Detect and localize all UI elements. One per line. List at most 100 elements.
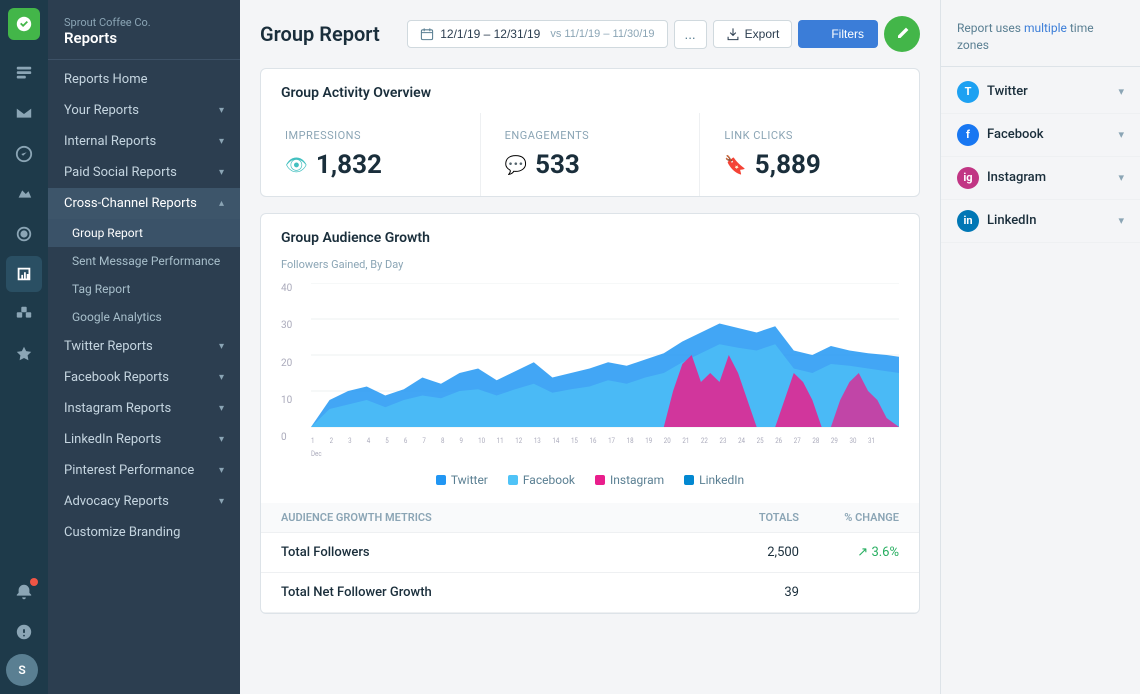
table-row-total-followers: Total Followers 2,500 ↗ 3.6% — [261, 533, 919, 573]
sidebar-item-internal-reports[interactable]: Internal Reports ▾ — [48, 126, 240, 157]
panel-chevron-linkedin: ▾ — [1118, 214, 1124, 227]
panel-network-linkedin[interactable]: in LinkedIn ▾ — [941, 200, 1140, 243]
twitter-network-label: Twitter — [987, 84, 1028, 99]
chevron-icon: ▴ — [219, 198, 224, 209]
metric-impressions-label: Impressions — [285, 129, 456, 142]
rail-help-icon[interactable] — [6, 614, 42, 650]
export-button[interactable]: Export — [713, 20, 793, 48]
sidebar: Sprout Coffee Co. Reports Reports Home Y… — [48, 0, 240, 694]
arrow-up-icon: ↗ — [857, 545, 868, 560]
legend-linkedin-dot — [684, 475, 694, 485]
cursor-icon: 🔖 — [724, 155, 746, 176]
sidebar-item-linkedin-reports[interactable]: LinkedIn Reports ▾ — [48, 424, 240, 455]
svg-text:22: 22 — [701, 437, 708, 446]
overview-card: Group Activity Overview Impressions 👁 1,… — [260, 68, 920, 197]
legend-twitter-dot — [436, 475, 446, 485]
panel-chevron-facebook: ▾ — [1118, 128, 1124, 141]
svg-text:21: 21 — [682, 437, 689, 446]
audience-growth-card: Group Audience Growth Followers Gained, … — [260, 213, 920, 614]
audience-card-header: Group Audience Growth — [261, 214, 919, 258]
svg-text:14: 14 — [552, 437, 559, 446]
table-header-row: Audience Growth Metrics Totals % Change — [261, 503, 919, 533]
sidebar-item-your-reports[interactable]: Your Reports ▾ — [48, 95, 240, 126]
svg-text:19: 19 — [645, 437, 652, 446]
row-change-total-followers: ↗ 3.6% — [799, 545, 899, 560]
col-header-metric: Audience Growth Metrics — [281, 511, 699, 524]
rail-compose-icon[interactable] — [6, 56, 42, 92]
sidebar-item-pinterest[interactable]: Pinterest Performance ▾ — [48, 455, 240, 486]
page-title: Group Report — [260, 22, 380, 46]
sidebar-sub-google-analytics[interactable]: Google Analytics — [48, 303, 240, 331]
metric-engagements-label: Engagements — [505, 129, 676, 142]
rail-publishing-icon[interactable] — [6, 176, 42, 212]
sidebar-item-customize-branding[interactable]: Customize Branding — [48, 517, 240, 548]
compose-button[interactable] — [884, 16, 920, 52]
svg-text:18: 18 — [627, 437, 634, 446]
metric-impressions-value: 1,832 — [316, 150, 382, 180]
panel-notice: Report uses multiple time zones — [941, 12, 1140, 67]
sidebar-item-instagram-reports[interactable]: Instagram Reports ▾ — [48, 393, 240, 424]
chevron-icon: ▾ — [219, 372, 224, 383]
rail-advocacy-icon[interactable] — [6, 336, 42, 372]
panel-network-facebook[interactable]: f Facebook ▾ — [941, 114, 1140, 157]
filters-button[interactable]: Filters — [798, 20, 878, 48]
multiple-timezones-link[interactable]: multiple — [1024, 21, 1067, 35]
svg-text:6: 6 — [404, 437, 408, 446]
overview-card-header: Group Activity Overview — [261, 69, 919, 113]
legend-facebook-dot — [508, 475, 518, 485]
svg-text:30: 30 — [849, 437, 856, 446]
sidebar-sub-group-report[interactable]: Group Report — [48, 219, 240, 247]
audience-chart: 1 2 3 4 5 6 7 8 9 10 11 12 13 14 15 16 1 — [311, 283, 899, 463]
user-avatar[interactable]: S — [6, 654, 38, 686]
sidebar-item-paid-social[interactable]: Paid Social Reports ▾ — [48, 157, 240, 188]
main-content: Group Report 12/1/19 – 12/31/19 vs 11/1/… — [240, 0, 940, 694]
date-range-button[interactable]: 12/1/19 – 12/31/19 vs 11/1/19 – 11/30/19 — [407, 20, 667, 48]
metrics-row: Impressions 👁 1,832 Engagements 💬 533 Li… — [261, 113, 919, 196]
y-label-30: 30 — [281, 320, 292, 331]
row-net-follower-value: 39 — [699, 585, 799, 600]
sidebar-item-advocacy-reports[interactable]: Advocacy Reports ▾ — [48, 486, 240, 517]
legend-instagram-dot — [595, 475, 605, 485]
svg-text:5: 5 — [385, 437, 389, 446]
header-actions: 12/1/19 – 12/31/19 vs 11/1/19 – 11/30/19… — [407, 16, 920, 52]
metric-engagements: Engagements 💬 533 — [481, 113, 701, 196]
legend-facebook: Facebook — [508, 473, 575, 487]
panel-network-facebook-left: f Facebook — [957, 124, 1044, 146]
filters-label: Filters — [831, 27, 864, 41]
rail-tasks-icon[interactable] — [6, 136, 42, 172]
sidebar-sub-tag-report[interactable]: Tag Report — [48, 275, 240, 303]
rail-notifications-icon[interactable] — [6, 574, 42, 610]
svg-text:25: 25 — [757, 437, 764, 446]
vs-range-value: vs 11/1/19 – 11/30/19 — [550, 28, 654, 40]
metric-link-clicks: Link Clicks 🔖 5,889 — [700, 113, 919, 196]
sidebar-item-twitter-reports[interactable]: Twitter Reports ▾ — [48, 331, 240, 362]
right-panel: Report uses multiple time zones T Twitte… — [940, 0, 1140, 694]
more-options-button[interactable]: ... — [674, 20, 707, 49]
svg-text:24: 24 — [738, 437, 745, 446]
sidebar-item-facebook-reports[interactable]: Facebook Reports ▾ — [48, 362, 240, 393]
twitter-network-icon: T — [957, 81, 979, 103]
rail-social-icon[interactable] — [6, 296, 42, 332]
sidebar-item-cross-channel[interactable]: Cross-Channel Reports ▴ — [48, 188, 240, 219]
panel-chevron-instagram: ▾ — [1118, 171, 1124, 184]
svg-text:20: 20 — [664, 437, 671, 446]
y-label-40: 40 — [281, 283, 292, 294]
sidebar-company: Sprout Coffee Co. Reports — [48, 12, 240, 60]
sidebar-section-title: Reports — [64, 29, 224, 47]
svg-text:2: 2 — [330, 437, 334, 446]
svg-text:28: 28 — [812, 437, 819, 446]
panel-network-twitter[interactable]: T Twitter ▾ — [941, 71, 1140, 114]
legend-linkedin-label: LinkedIn — [699, 473, 744, 487]
rail-listening-icon[interactable] — [6, 216, 42, 252]
panel-network-instagram-left: ig Instagram — [957, 167, 1046, 189]
chat-icon: 💬 — [505, 155, 527, 176]
svg-text:1: 1 — [311, 437, 314, 446]
logo-icon[interactable] — [8, 8, 40, 40]
sidebar-sub-sent-message[interactable]: Sent Message Performance — [48, 247, 240, 275]
panel-network-instagram[interactable]: ig Instagram ▾ — [941, 157, 1140, 200]
svg-text:12: 12 — [515, 437, 522, 446]
rail-messages-icon[interactable] — [6, 96, 42, 132]
y-label-20: 20 — [281, 358, 292, 369]
rail-reports-icon[interactable] — [6, 256, 42, 292]
sidebar-item-reports-home[interactable]: Reports Home — [48, 64, 240, 95]
